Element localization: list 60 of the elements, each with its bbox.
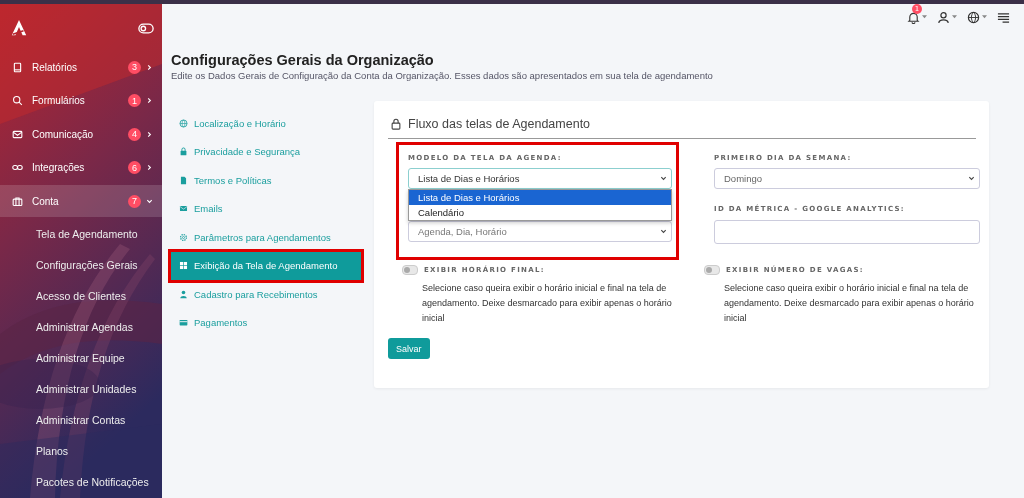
sidebar-subitem[interactable]: Administrar Agendas — [0, 311, 162, 343]
credit-card-icon — [179, 318, 188, 328]
sidebar-subitem[interactable]: Administrar Contas — [0, 404, 162, 436]
dropdown-option[interactable]: Lista de Dias e Horários — [409, 190, 671, 205]
sidebar-item[interactable]: Integrações 6 — [0, 151, 162, 184]
save-button[interactable]: Salvar — [388, 338, 430, 359]
bell-icon[interactable] — [907, 10, 920, 24]
chevron-icon — [146, 164, 153, 171]
sidebar-item[interactable]: Relatórios 3 — [0, 51, 162, 83]
toggle-description: Selecione caso queira exibir o horário inicial e final na tela de agendamento. Deixe desmarcado para exibir apenas o horário inicial — [422, 282, 673, 325]
link-icon — [12, 162, 23, 173]
chevron-icon — [660, 228, 667, 235]
chevron-icon — [146, 63, 153, 71]
lock-icon — [179, 147, 188, 157]
sidebar-subitem[interactable]: Configurações Gerais — [0, 249, 162, 281]
document-icon — [179, 175, 188, 185]
sidebar-subitem[interactable]: Acesso de Clientes — [0, 280, 162, 312]
briefcase-icon — [12, 195, 23, 207]
caret-icon[interactable] — [952, 15, 957, 19]
settings-icon — [179, 232, 188, 242]
lock-icon — [390, 118, 402, 130]
sidebar-subitem[interactable]: Administrar Equipe — [0, 342, 162, 374]
toggle-switch[interactable] — [704, 265, 720, 275]
toggle-description: Selecione caso queira exibir o horário inicial e final na tela de agendamento. Deixe desmarcado para exibir apenas o horário inicial — [724, 282, 975, 325]
grid-icon — [179, 261, 188, 271]
chevron-icon — [968, 175, 975, 182]
globe-icon — [179, 118, 188, 128]
select-field[interactable]: Agenda, Dia, Horário — [408, 221, 672, 242]
card-title: Fluxo das telas de Agendamento — [408, 117, 591, 131]
envelope-icon — [12, 128, 23, 140]
select-field[interactable]: Lista de Dias e Horários — [408, 168, 672, 189]
sidebar-item[interactable]: Formulários 1 — [0, 84, 162, 117]
sidebar-subitem[interactable]: Pacotes de Notificações — [0, 466, 162, 498]
settings-nav-item[interactable]: Exibição da Tela de Agendamento — [171, 251, 361, 280]
sidebar-item[interactable]: Comunicação 4 — [0, 118, 162, 150]
chevron-icon — [146, 197, 153, 205]
user-icon[interactable] — [937, 10, 950, 24]
book-icon — [12, 61, 23, 73]
dropdown-option[interactable]: Calendário — [409, 205, 671, 220]
chevron-icon — [146, 97, 153, 104]
toggle-icon[interactable] — [138, 22, 154, 34]
page-subtitle: Edite os Dados Gerais de Configuração da Conta da Organização. Esses dados são apresentados em sua tela de agendamento — [171, 70, 714, 81]
sidebar-subitem[interactable]: Planos — [0, 435, 162, 467]
caret-icon[interactable] — [922, 15, 927, 19]
toggle-switch[interactable] — [402, 265, 418, 275]
sidebar-subitem[interactable]: Administrar Unidades — [0, 373, 162, 405]
select-field[interactable]: Domingo — [714, 168, 980, 189]
envelope-icon — [179, 204, 188, 214]
globe-icon[interactable] — [967, 10, 980, 24]
logo-icon[interactable] — [10, 19, 28, 37]
chevron-icon — [146, 130, 153, 138]
chevron-icon — [660, 175, 667, 182]
user-icon — [179, 289, 188, 299]
menu-icon[interactable] — [997, 10, 1010, 24]
page-title: Configurações Gerais da Organização — [171, 52, 435, 68]
sidebar-subitem[interactable]: Tela de Agendamento — [0, 218, 162, 250]
sidebar-item[interactable]: Conta 7 — [0, 185, 162, 217]
input-field[interactable] — [714, 220, 980, 244]
search-icon — [12, 95, 23, 106]
caret-icon[interactable] — [982, 15, 987, 19]
